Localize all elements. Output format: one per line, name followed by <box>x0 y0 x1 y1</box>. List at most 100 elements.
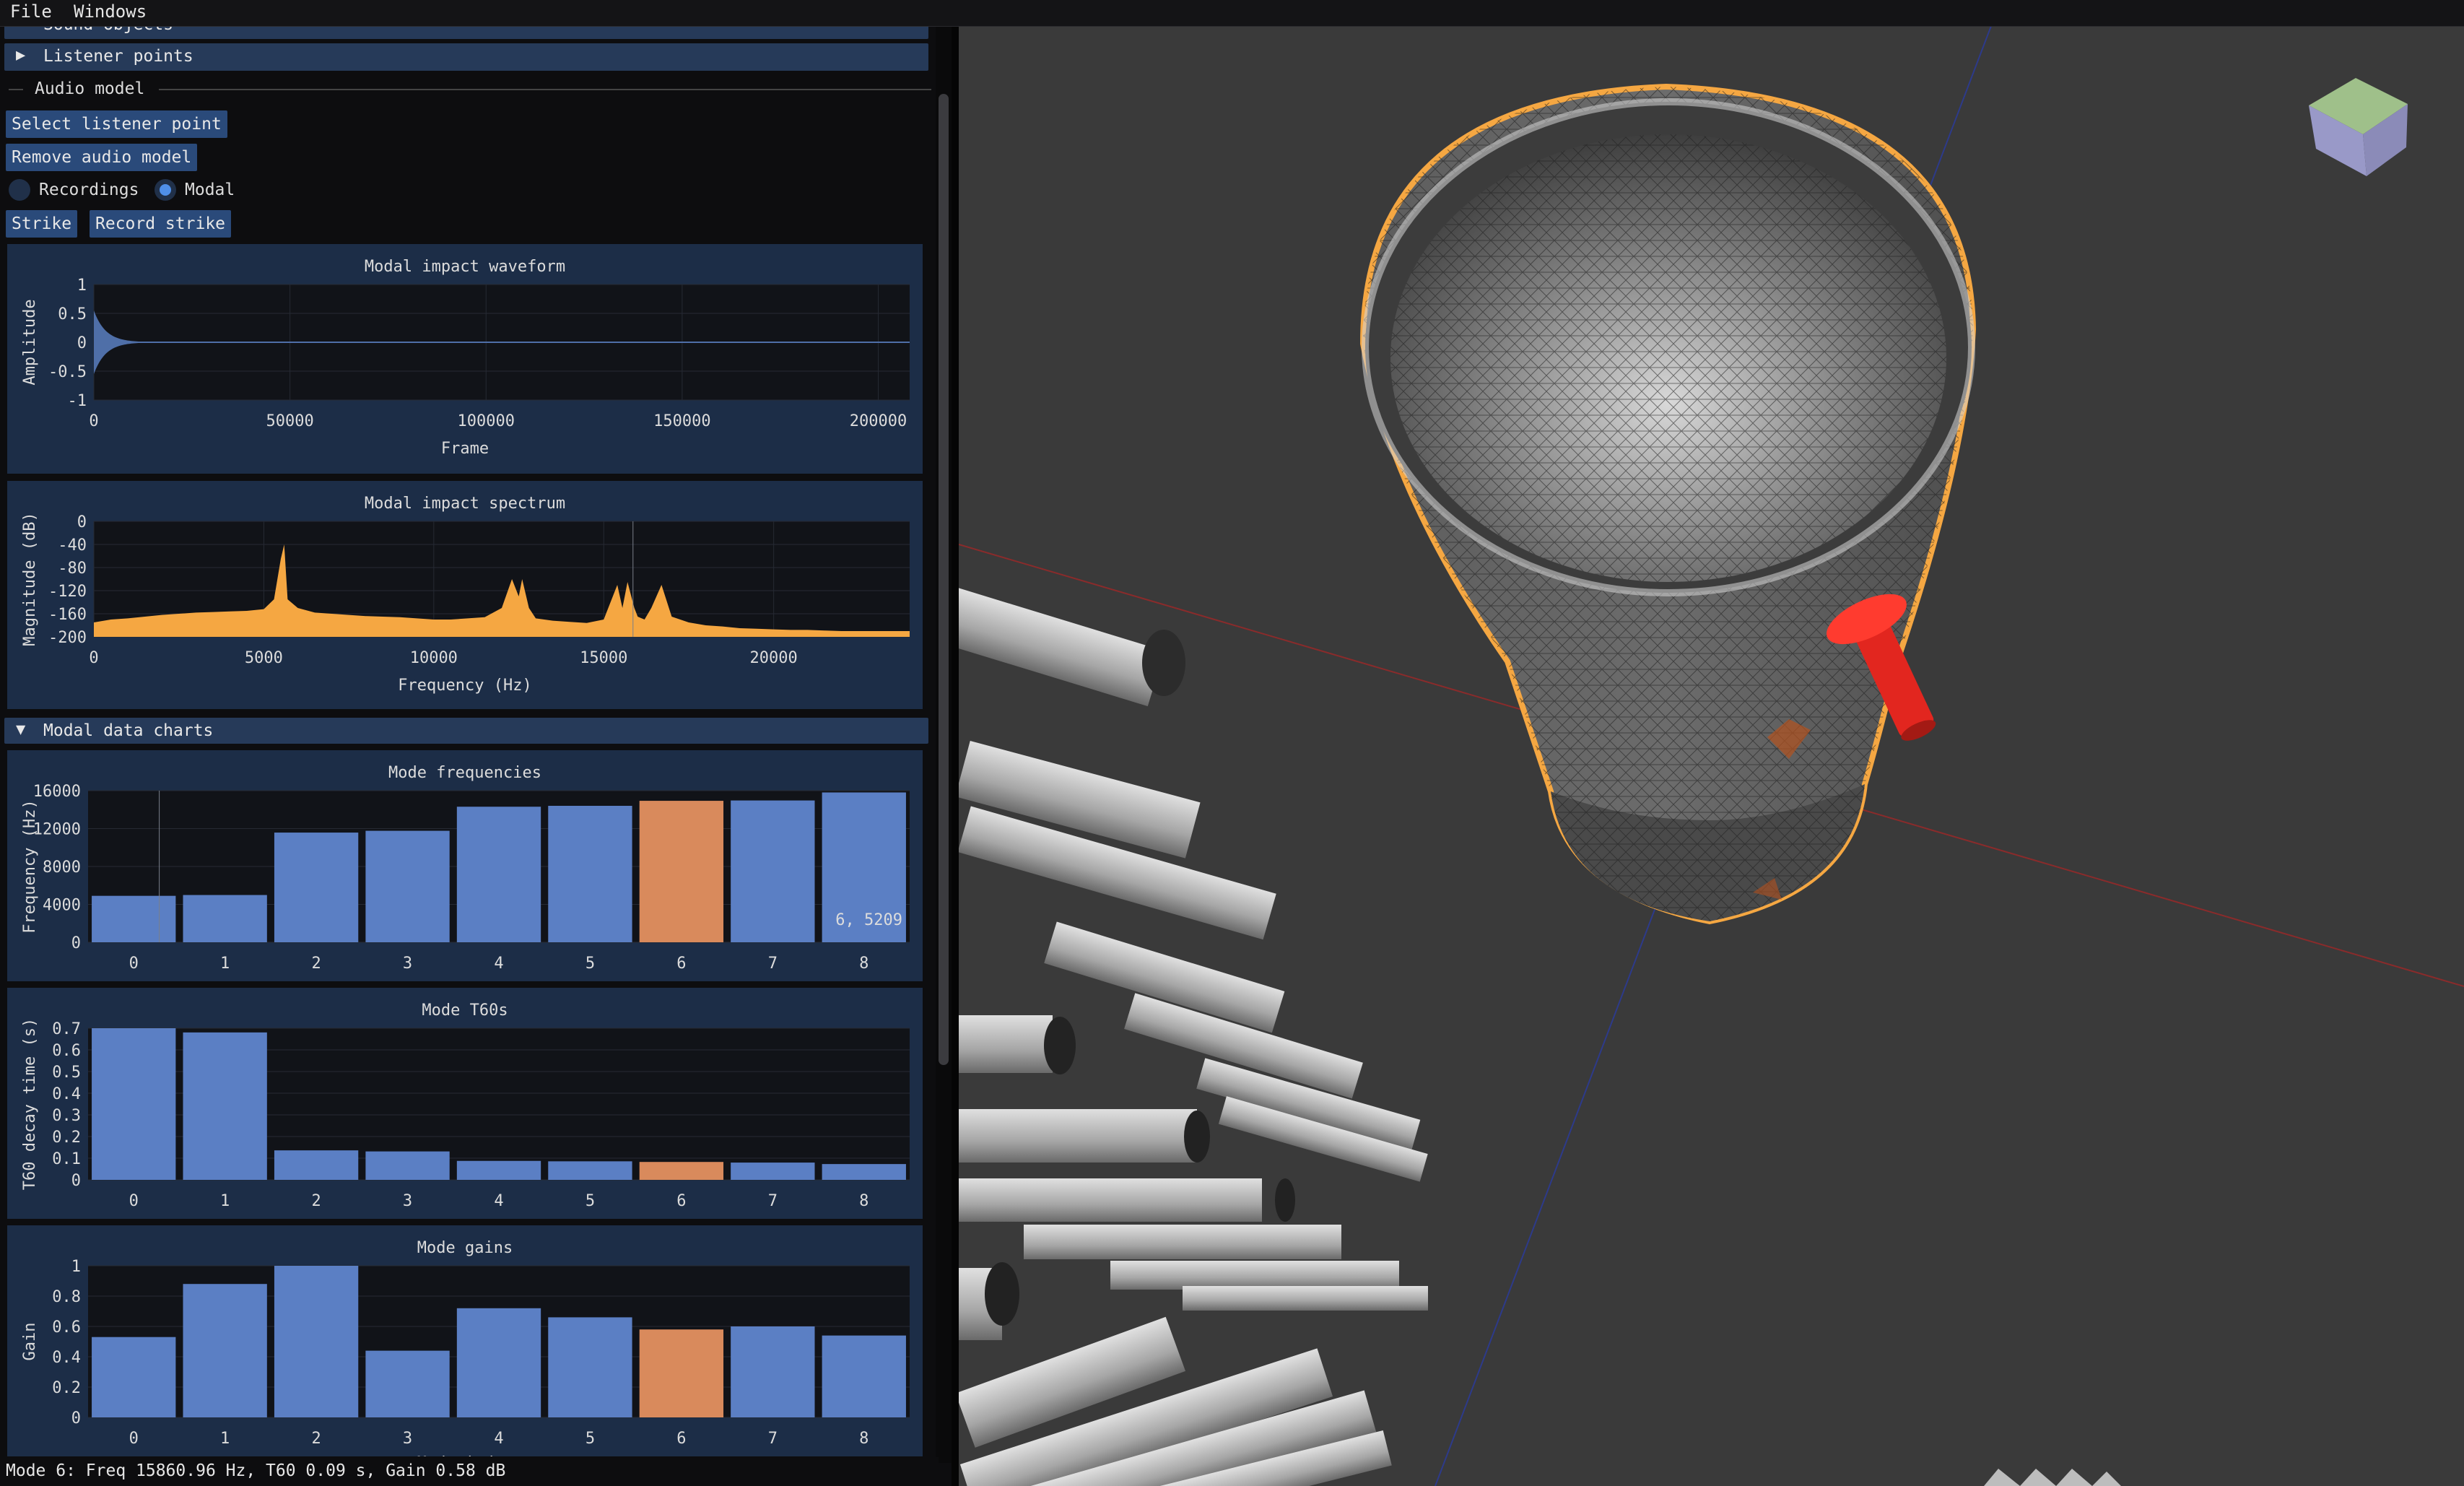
spectrum-xtick-label: 15000 <box>580 649 627 667</box>
status-text: Mode 6: Freq 15860.96 Hz, T60 0.09 s, Ga… <box>6 1461 506 1480</box>
mode_gains-xtick-label: 2 <box>311 1430 321 1448</box>
properties-panel: Sound objects ▶ Listener points Audio mo… <box>0 26 939 1463</box>
record-strike-button[interactable]: Record strike <box>90 210 232 238</box>
spectrum-ytick-label: -40 <box>58 536 87 555</box>
mode_frequencies-bar-1 <box>183 895 267 942</box>
mode_t60s-ytick-label: 0.2 <box>52 1129 81 1147</box>
mode_gains-bar-1 <box>183 1284 267 1417</box>
mode_frequencies-bar-0 <box>92 895 176 942</box>
mode_gains-bar-8 <box>822 1335 906 1417</box>
waveform-title: Modal impact waveform <box>365 258 565 276</box>
mode_t60s-ytick-label: 0.3 <box>52 1107 81 1125</box>
mode_gains-xtick-label: 4 <box>494 1430 503 1448</box>
spectrum-xtick-label: 0 <box>89 649 98 667</box>
mode_t60s-ytick-label: 0.5 <box>52 1064 81 1082</box>
section-modal-data-charts[interactable]: ▼ Modal data charts <box>4 718 928 744</box>
mode_frequencies-xtick-label: 3 <box>403 955 412 973</box>
select-listener-point-button[interactable]: Select listener point <box>6 110 227 138</box>
spectrum-xlabel: Frequency (Hz) <box>398 677 531 695</box>
mode_gains-xtick-label: 3 <box>403 1430 412 1448</box>
mode_frequencies-bar-7 <box>731 800 815 942</box>
spectrum-ytick-label: -120 <box>48 583 87 601</box>
waveform-ylabel: Amplitude <box>21 299 39 385</box>
mode_frequencies-ytick-label: 16000 <box>33 783 81 801</box>
mode_frequencies-title: Mode frequencies <box>388 764 541 782</box>
3d-viewport[interactable] <box>959 26 2464 1486</box>
mode_t60s-xtick-label: 4 <box>494 1192 503 1210</box>
spectrum-title: Modal impact spectrum <box>365 495 565 513</box>
mode_gains-ytick-label: 0.6 <box>52 1318 81 1337</box>
mode_frequencies-xtick-label: 4 <box>494 955 503 973</box>
menu-file[interactable]: File <box>10 1 52 22</box>
audio-model-separator: Audio model <box>7 75 931 104</box>
recordings-radio[interactable] <box>9 179 30 201</box>
mode_t60s-xtick-label: 6 <box>676 1192 686 1210</box>
mode_frequencies-xtick-label: 6 <box>676 955 686 973</box>
mode_t60s-bar-4 <box>456 1160 541 1180</box>
mode_t60s-svg: Mode T60s T60 decay time (s) 0.7 0.6 0.5 0.4 0… <box>21 1001 910 1210</box>
mode_t60s-xtick-label: 3 <box>403 1192 412 1210</box>
mode-gains-chart: Mode gains Gain 1 0.8 0.6 0.4 0.2 0 0 1 2 3 4 5 6 7 8 Mod… <box>7 1225 923 1456</box>
cylinder-stripes-overlay <box>959 618 1608 1486</box>
mode_t60s-ytick-label: 0 <box>71 1172 81 1190</box>
panel-scrollbar-thumb[interactable] <box>939 94 949 1065</box>
mode_gains-ylabel: Gain <box>21 1323 39 1361</box>
spectrum-xtick-label: 5000 <box>245 649 283 667</box>
mode_frequencies-ytick-label: 12000 <box>33 821 81 839</box>
mode_t60s-bar-7 <box>731 1163 815 1180</box>
mode_t60s-xtick-label: 1 <box>220 1192 230 1210</box>
mode_gains-bar-2 <box>274 1266 359 1417</box>
waveform-xtick-label: 50000 <box>266 412 314 430</box>
status-bar: Mode 6: Freq 15860.96 Hz, T60 0.09 s, Ga… <box>0 1457 939 1486</box>
mode_t60s-ytick-label: 0.7 <box>52 1020 81 1038</box>
waveform-ytick-label: 1 <box>77 277 87 295</box>
spectrum-ylabel: Magnitude (dB) <box>21 512 39 646</box>
3d-scene[interactable] <box>959 26 2464 1486</box>
section-listener-points[interactable]: ▶ Listener points <box>4 43 928 71</box>
spectrum-xtick-label: 20000 <box>750 649 798 667</box>
mode_t60s-bar-0 <box>92 1028 176 1180</box>
mode_t60s-xtick-label: 2 <box>311 1192 321 1210</box>
mode_gains-xlabel: Mode index <box>417 1454 513 1456</box>
mode_gains-xtick-label: 0 <box>129 1430 139 1448</box>
mode_frequencies-bar-4 <box>456 807 541 942</box>
audio-model-label: Audio model <box>35 79 145 98</box>
mode_t60s-ylabel: T60 decay time (s) <box>21 1018 39 1190</box>
mode_t60s-xtick-label: 5 <box>585 1192 595 1210</box>
mode_t60s-xtick-label: 7 <box>768 1192 778 1210</box>
waveform-ytick-label: -1 <box>68 392 87 410</box>
mode-frequencies-chart: Mode frequencies Frequency (Hz) 16000 12000… <box>7 750 923 981</box>
mode_frequencies-ytick-label: 0 <box>71 934 81 952</box>
mode_frequencies-ylabel: Frequency (Hz) <box>21 799 39 933</box>
mode_frequencies-ytick-label: 4000 <box>43 897 81 915</box>
mode_t60s-bar-5 <box>548 1161 632 1180</box>
section-listener-points-label: Listener points <box>43 47 193 66</box>
mode_frequencies-xtick-label: 1 <box>220 955 230 973</box>
menu-bar: File Windows <box>0 0 2464 27</box>
mode_t60s-bar-1 <box>183 1032 267 1180</box>
recordings-radio-label: Recordings <box>39 181 139 199</box>
waveform-xtick-label: 0 <box>89 412 98 430</box>
waveform-chart: Modal impact waveform Amplitude 1 0.5 0 -0.5 -… <box>7 244 923 474</box>
menu-windows[interactable]: Windows <box>74 1 147 22</box>
mode_t60s-bar-6 <box>639 1162 724 1180</box>
remove-audio-model-button[interactable]: Remove audio model <box>6 144 198 171</box>
mode_gains-bar-3 <box>365 1350 450 1417</box>
mode_gains-ytick-label: 0.8 <box>52 1288 81 1306</box>
mode_frequencies-bar-5 <box>548 806 632 942</box>
mode_frequencies-xtick-label: 0 <box>129 955 139 973</box>
mode_frequencies-annotation: 6, 5209 <box>835 911 902 929</box>
section-modal-data-charts-label: Modal data charts <box>43 721 214 740</box>
modal-radio-label: Modal <box>185 181 235 199</box>
panel-splitter[interactable] <box>952 26 959 1486</box>
mode_t60s-bar-3 <box>365 1151 450 1180</box>
section-sound-objects[interactable]: Sound objects <box>4 26 928 39</box>
spectrum-ytick-label: 0 <box>77 513 87 531</box>
waveform-ytick-label: 0 <box>77 334 87 352</box>
mode_frequencies-bar-2 <box>274 833 359 942</box>
collapsed-arrow-icon: ▶ <box>16 46 26 64</box>
mode_frequencies-svg: Mode frequencies Frequency (Hz)16000 12000… <box>21 764 910 973</box>
modal-radio[interactable] <box>154 179 176 201</box>
mode_gains-bar-0 <box>92 1337 176 1417</box>
strike-button[interactable]: Strike <box>6 210 78 238</box>
